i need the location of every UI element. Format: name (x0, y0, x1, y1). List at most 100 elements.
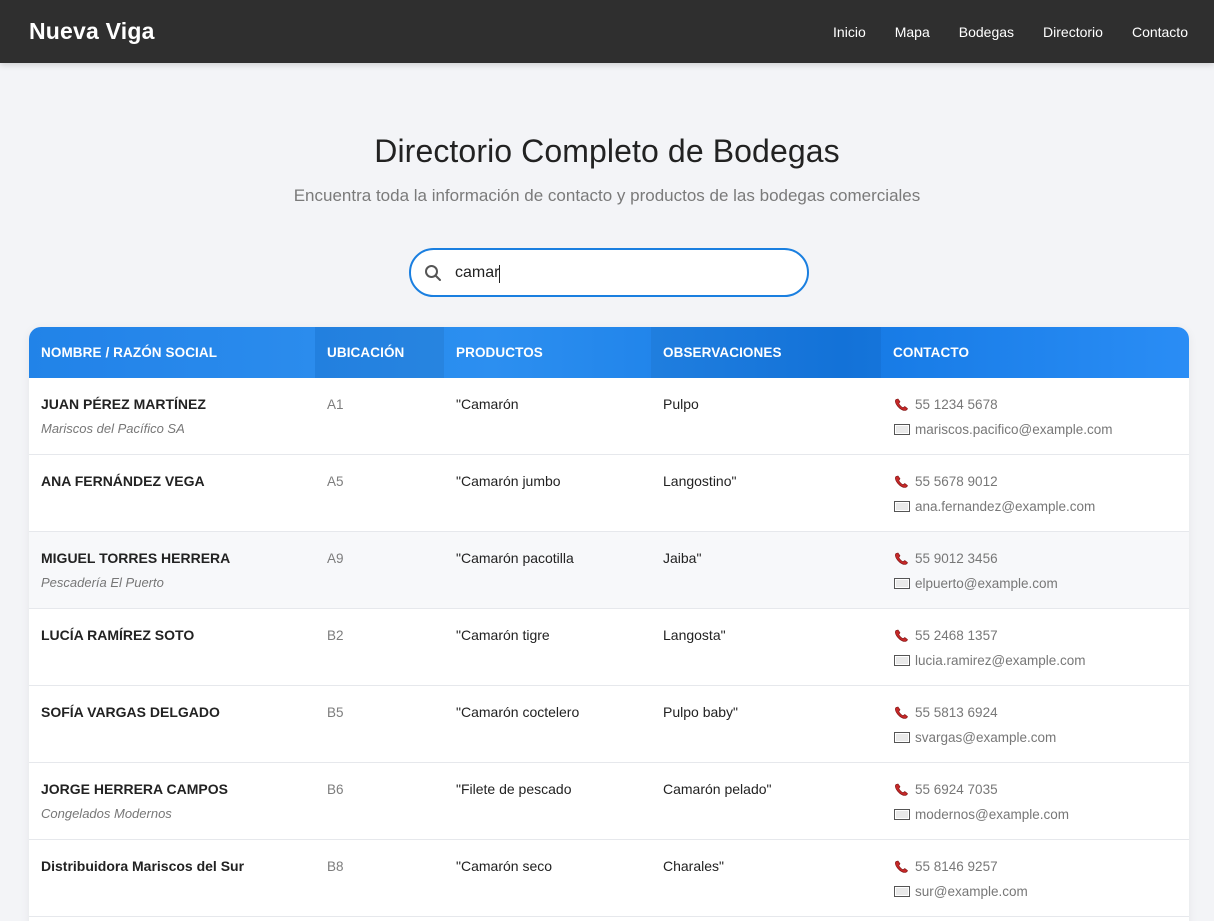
column-header-ubicacion[interactable]: UBICACIÓN (315, 327, 444, 378)
directory-table: NOMBRE / RAZÓN SOCIAL UBICACIÓN PRODUCTO… (29, 327, 1189, 921)
column-header-nombre[interactable]: NOMBRE / RAZÓN SOCIAL (29, 327, 315, 378)
phone-icon (893, 783, 910, 797)
products-cell: "Camarón seco (456, 858, 553, 874)
phone-number: 55 9012 3456 (915, 551, 998, 566)
email-address: lucia.ramirez@example.com (915, 653, 1086, 668)
location-cell: B8 (327, 859, 344, 874)
company-name: Congelados Modernos (41, 806, 172, 821)
notes-cell: Pulpo baby" (663, 704, 739, 720)
top-navbar: Nueva Viga Inicio Mapa Bodegas Directori… (0, 0, 1214, 63)
email-icon (893, 885, 910, 899)
email-icon (893, 423, 910, 437)
email-icon (893, 577, 910, 591)
phone-line[interactable]: 55 5678 9012 (893, 473, 1189, 490)
bodega-name: ANA FERNÁNDEZ VEGA (41, 473, 205, 489)
phone-line[interactable]: 55 5813 6924 (893, 704, 1189, 721)
products-cell: "Camarón pacotilla (456, 550, 574, 566)
notes-cell: Langosta" (663, 627, 726, 643)
phone-line[interactable]: 55 9012 3456 (893, 550, 1189, 567)
email-line[interactable]: svargas@example.com (893, 729, 1189, 746)
phone-line[interactable]: 55 2468 1357 (893, 627, 1189, 644)
location-cell: B5 (327, 705, 344, 720)
phone-icon (893, 706, 910, 720)
table-row: LUCÍA RAMÍREZ SOTO B2 "Camarón tigre Lan… (29, 609, 1189, 686)
phone-icon (893, 475, 910, 489)
table-row: MIGUEL TORRES HERRERA Pescadería El Puer… (29, 532, 1189, 609)
nav-link-contacto[interactable]: Contacto (1132, 24, 1188, 40)
phone-icon (893, 398, 910, 412)
table-body: JUAN PÉREZ MARTÍNEZ Mariscos del Pacífic… (29, 378, 1189, 917)
phone-icon (893, 860, 910, 874)
email-address: sur@example.com (915, 884, 1028, 899)
hero-section: Directorio Completo de Bodegas Encuentra… (0, 133, 1214, 207)
table-row: ANA FERNÁNDEZ VEGA A5 "Camarón jumbo Lan… (29, 455, 1189, 532)
page-title: Directorio Completo de Bodegas (374, 133, 840, 169)
products-cell: "Camarón coctelero (456, 704, 580, 720)
nav-link-mapa[interactable]: Mapa (895, 24, 930, 40)
email-line[interactable]: sur@example.com (893, 883, 1189, 900)
email-address: elpuerto@example.com (915, 576, 1058, 591)
email-address: ana.fernandez@example.com (915, 499, 1096, 514)
brand-logo[interactable]: Nueva Viga (29, 18, 155, 45)
search-input[interactable] (455, 263, 785, 282)
email-line[interactable]: modernos@example.com (893, 806, 1189, 823)
search-icon (423, 263, 443, 283)
notes-cell: Camarón pelado" (663, 781, 772, 797)
email-icon (893, 654, 910, 668)
location-cell: B2 (327, 628, 344, 643)
bodega-name: LUCÍA RAMÍREZ SOTO (41, 627, 195, 643)
notes-cell: Pulpo (663, 396, 699, 412)
table-row: Distribuidora Mariscos del Sur B8 "Camar… (29, 840, 1189, 917)
notes-cell: Langostino" (663, 473, 737, 489)
email-address: svargas@example.com (915, 730, 1057, 745)
column-header-contacto[interactable]: CONTACTO (881, 327, 1189, 378)
nav-link-inicio[interactable]: Inicio (833, 24, 866, 40)
phone-line[interactable]: 55 6924 7035 (893, 781, 1189, 798)
email-line[interactable]: elpuerto@example.com (893, 575, 1189, 592)
location-cell: A5 (327, 474, 344, 489)
search-box[interactable] (409, 248, 809, 297)
page-subtitle: Encuentra toda la información de contact… (293, 186, 921, 205)
nav-link-bodegas[interactable]: Bodegas (959, 24, 1014, 40)
notes-cell: Jaiba" (663, 550, 702, 566)
bodega-name: JUAN PÉREZ MARTÍNEZ (41, 396, 206, 412)
bodega-name: Distribuidora Mariscos del Sur (41, 858, 245, 874)
phone-number: 55 5678 9012 (915, 474, 998, 489)
contact-cell: 55 6924 7035 modernos@example.com (881, 763, 1189, 839)
table-row: SOFÍA VARGAS DELGADO B5 "Camarón coctele… (29, 686, 1189, 763)
column-header-observaciones[interactable]: OBSERVACIONES (651, 327, 881, 378)
phone-line[interactable]: 55 1234 5678 (893, 396, 1189, 413)
email-line[interactable]: lucia.ramirez@example.com (893, 652, 1189, 669)
location-cell: B6 (327, 782, 344, 797)
contact-cell: 55 9012 3456 elpuerto@example.com (881, 532, 1189, 608)
phone-number: 55 5813 6924 (915, 705, 998, 720)
location-cell: A1 (327, 397, 344, 412)
bodega-name: MIGUEL TORRES HERRERA (41, 550, 231, 566)
company-name: Mariscos del Pacífico SA (41, 421, 185, 436)
phone-line[interactable]: 55 8146 9257 (893, 858, 1189, 875)
phone-icon (893, 629, 910, 643)
phone-icon (893, 552, 910, 566)
phone-number: 55 2468 1357 (915, 628, 998, 643)
contact-cell: 55 8146 9257 sur@example.com (881, 840, 1189, 916)
table-row: JORGE HERRERA CAMPOS Congelados Modernos… (29, 763, 1189, 840)
table-header: NOMBRE / RAZÓN SOCIAL UBICACIÓN PRODUCTO… (29, 327, 1189, 378)
contact-cell: 55 2468 1357 lucia.ramirez@example.com (881, 609, 1189, 685)
email-address: modernos@example.com (915, 807, 1070, 822)
email-line[interactable]: mariscos.pacifico@example.com (893, 421, 1189, 438)
email-line[interactable]: ana.fernandez@example.com (893, 498, 1189, 515)
contact-cell: 55 5813 6924 svargas@example.com (881, 686, 1189, 762)
email-icon (893, 731, 910, 745)
notes-cell: Charales" (663, 858, 724, 874)
email-icon (893, 808, 910, 822)
nav-link-directorio[interactable]: Directorio (1043, 24, 1103, 40)
products-cell: "Filete de pescado (456, 781, 572, 797)
phone-number: 55 1234 5678 (915, 397, 998, 412)
phone-number: 55 6924 7035 (915, 782, 998, 797)
column-header-productos[interactable]: PRODUCTOS (444, 327, 651, 378)
bodega-name: SOFÍA VARGAS DELGADO (41, 704, 220, 720)
table-row: JUAN PÉREZ MARTÍNEZ Mariscos del Pacífic… (29, 378, 1189, 455)
contact-cell: 55 1234 5678 mariscos.pacifico@example.c… (881, 378, 1189, 454)
main-nav: Inicio Mapa Bodegas Directorio Contacto (804, 24, 1188, 40)
products-cell: "Camarón (456, 396, 519, 412)
